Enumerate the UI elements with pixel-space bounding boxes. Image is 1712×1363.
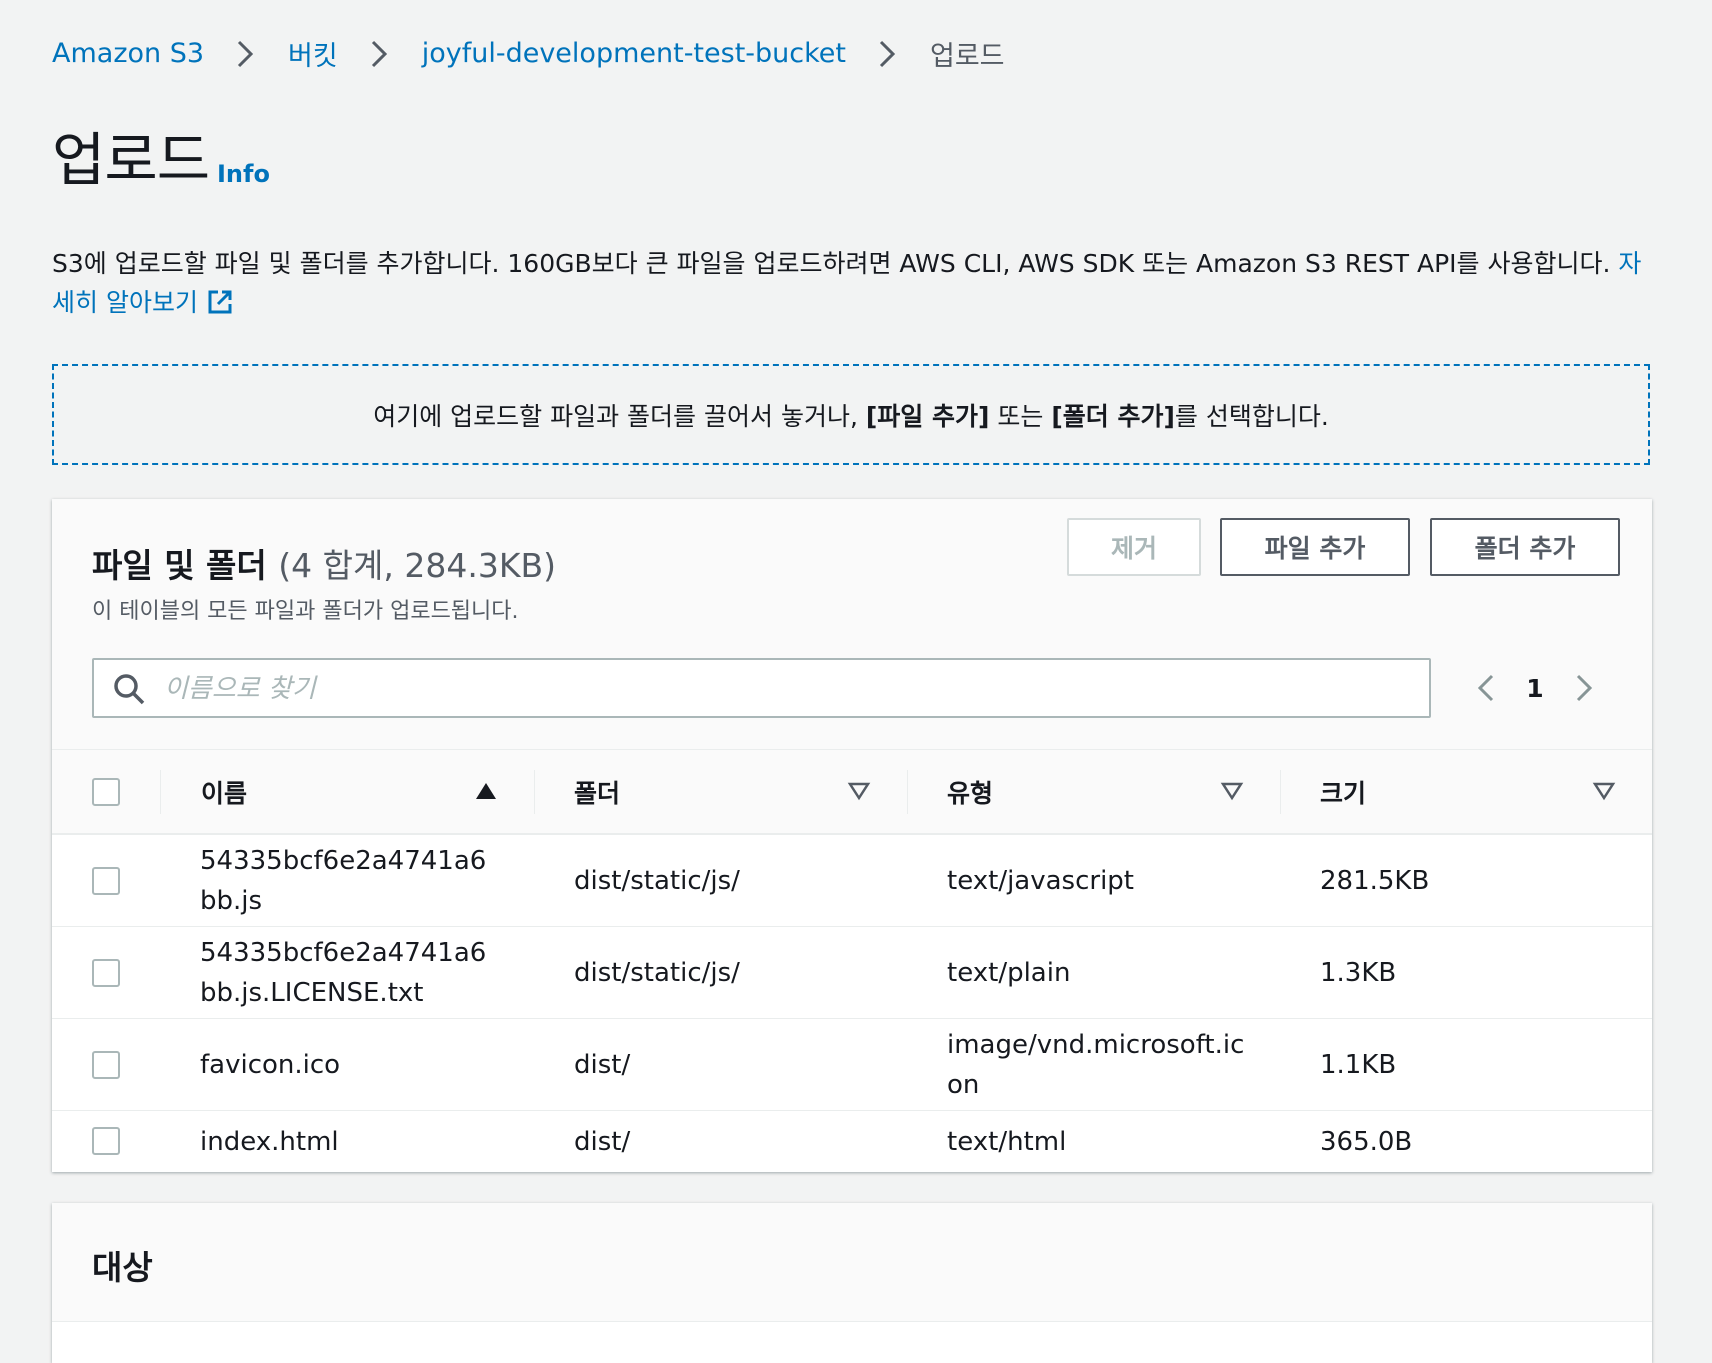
breadcrumb-amazon-s3[interactable]: Amazon S3 [52,38,204,69]
type-cell: text/javascript [947,835,1257,926]
folder-cell: dist/ [574,1111,884,1172]
folder-path: dist/ [574,1126,631,1157]
chevron-right-icon [360,35,398,73]
panel-title: 파일 및 폴더 (4 합계, 284.3KB) [92,539,556,587]
table-row: favicon.ico dist/ image/vnd.microsoft.ic… [52,1019,1652,1111]
folder-path: dist/static/js/ [574,865,740,896]
row-checkbox[interactable] [92,1127,120,1155]
sort-ascending-icon[interactable] [474,780,498,802]
chevron-right-icon [226,35,264,73]
column-header-type[interactable]: 유형 [947,750,993,834]
external-link-icon [206,288,234,316]
file-name-cell: 54335bcf6e2a4741a6bb.js.LICENSE.txt [200,927,495,1018]
dropzone-text-after: 를 선택합니다. [1174,401,1329,431]
previous-page-icon[interactable] [1470,668,1504,708]
row-checkbox[interactable] [92,959,120,987]
file-drop-zone[interactable]: 여기에 업로드할 파일과 폴더를 끌어서 놓거나, [파일 추가] 또는 [폴더… [52,364,1650,465]
folder-cell: dist/ [574,1019,884,1110]
table-row: index.html dist/ text/html 365.0B [52,1111,1652,1172]
file-type: text/html [947,1126,1067,1157]
add-folder-button[interactable]: 폴더 추가 [1430,518,1620,576]
panel-header: 파일 및 폴더 (4 합계, 284.3KB) 이 테이블의 모든 파일과 폴더… [52,499,1652,749]
type-cell: text/html [947,1111,1257,1172]
file-type: text/javascript [947,865,1135,896]
dropzone-add-folder-label: [폴더 추가] [1051,401,1175,431]
sort-caret-icon[interactable] [1220,780,1244,802]
size-cell: 1.3KB [1320,927,1620,1018]
page-description: S3에 업로드할 파일 및 폴더를 추가합니다. 160GB보다 큰 파일을 업… [52,244,1652,322]
chevron-right-icon [868,35,906,73]
panel-title-text: 파일 및 폴더 [92,546,267,585]
remove-button[interactable]: 제거 [1067,518,1201,576]
file-type: text/plain [947,957,1071,988]
info-link[interactable]: Info [217,160,270,188]
next-page-icon[interactable] [1566,668,1600,708]
file-count: (4 합계, 284.3KB) [278,546,556,585]
row-checkbox[interactable] [92,867,120,895]
size-cell: 1.1KB [1320,1019,1620,1110]
column-header-folder[interactable]: 폴더 [574,750,620,834]
pagination: 1 [1470,658,1600,718]
folder-cell: dist/static/js/ [574,835,884,926]
column-header-name[interactable]: 이름 [201,750,247,834]
file-name: index.html [200,1126,339,1157]
file-name: favicon.ico [200,1049,341,1080]
search-input[interactable] [162,664,1416,714]
sort-caret-icon[interactable] [1592,780,1616,802]
file-name: 54335bcf6e2a4741a6bb.js [200,845,487,916]
table-row: 54335bcf6e2a4741a6bb.js dist/static/js/ … [52,835,1652,927]
dropzone-add-files-label: [파일 추가] [865,401,990,431]
size-cell: 281.5KB [1320,835,1620,926]
page-number[interactable]: 1 [1504,674,1566,703]
breadcrumb-buckets[interactable]: 버킷 [288,34,338,73]
file-name-cell: favicon.ico [200,1019,495,1110]
column-header-size[interactable]: 크기 [1320,750,1366,834]
dropzone-text-middle: 또는 [989,401,1052,431]
file-size: 365.0B [1320,1126,1413,1157]
add-files-button[interactable]: 파일 추가 [1220,518,1410,576]
column-divider [534,770,535,814]
file-name: 54335bcf6e2a4741a6bb.js.LICENSE.txt [200,937,487,1008]
row-checkbox[interactable] [92,1051,120,1079]
search-box [92,658,1431,718]
page-title: 업로드 [52,126,210,194]
folder-cell: dist/static/js/ [574,927,884,1018]
folder-path: dist/static/js/ [574,957,740,988]
type-cell: image/vnd.microsoft.icon [947,1019,1252,1110]
file-type: image/vnd.microsoft.icon [947,1029,1245,1100]
panel-subtitle: 이 테이블의 모든 파일과 폴더가 업로드됩니다. [92,599,519,624]
file-size: 281.5KB [1320,865,1430,896]
file-name-cell: 54335bcf6e2a4741a6bb.js [200,835,495,926]
dropzone-text-before: 여기에 업로드할 파일과 폴더를 끌어서 놓거나, [373,401,866,431]
files-and-folders-panel: 파일 및 폴더 (4 합계, 284.3KB) 이 테이블의 모든 파일과 폴더… [52,499,1652,1172]
folder-path: dist/ [574,1049,631,1080]
file-size: 1.3KB [1320,957,1397,988]
dropzone-text: 여기에 업로드할 파일과 폴더를 끌어서 놓거나, [파일 추가] 또는 [폴더… [373,397,1329,433]
destination-panel: 대상 [52,1203,1652,1363]
search-icon [114,674,145,705]
sort-caret-icon[interactable] [847,780,871,802]
type-cell: text/plain [947,927,1257,1018]
breadcrumb-bucket-name[interactable]: joyful-development-test-bucket [422,38,846,69]
file-name-cell: index.html [200,1111,495,1172]
column-divider [1280,770,1281,814]
column-divider [160,770,161,814]
table-row: 54335bcf6e2a4741a6bb.js.LICENSE.txt dist… [52,927,1652,1019]
destination-panel-title: 대상 [92,1248,153,1287]
select-all-checkbox[interactable] [92,778,120,806]
breadcrumb: Amazon S3 버킷 joyful-development-test-buc… [52,34,1005,73]
size-cell: 365.0B [1320,1111,1620,1172]
table-header: 이름 폴더 유형 크기 [52,749,1652,835]
destination-panel-header: 대상 [52,1203,1652,1322]
breadcrumb-current: 업로드 [930,41,1005,72]
column-divider [907,770,908,814]
file-size: 1.1KB [1320,1049,1397,1080]
description-text: S3에 업로드할 파일 및 폴더를 추가합니다. 160GB보다 큰 파일을 업… [52,249,1611,278]
